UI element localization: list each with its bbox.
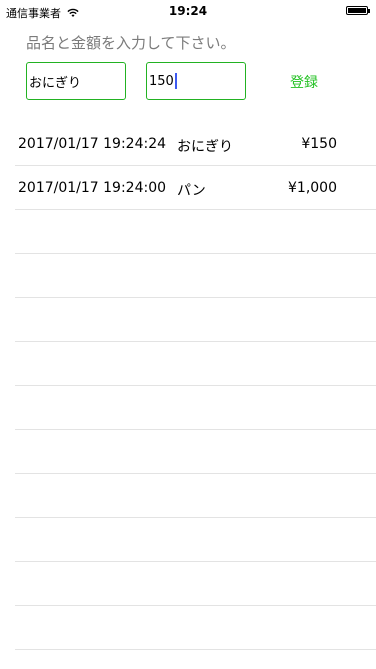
empty-row bbox=[0, 298, 376, 342]
empty-row bbox=[0, 562, 376, 606]
text-cursor bbox=[174, 73, 177, 89]
empty-row bbox=[0, 518, 376, 562]
item-name-value: おにぎり bbox=[29, 75, 82, 91]
empty-row bbox=[0, 474, 376, 518]
item-name-input[interactable]: おにぎり bbox=[26, 62, 126, 100]
entry-price: ¥150 bbox=[301, 136, 337, 152]
entry-date: 2017/01/17 19:24:00 bbox=[18, 180, 167, 196]
status-time: 19:24 bbox=[168, 4, 208, 18]
battery-cap bbox=[368, 9, 370, 13]
empty-row bbox=[0, 254, 376, 298]
entry-name: おにぎり bbox=[177, 139, 233, 155]
battery-icon bbox=[346, 6, 370, 15]
table-row[interactable]: 2017/01/17 19:24:24 おにぎり ¥150 bbox=[0, 122, 376, 166]
battery-fill bbox=[348, 8, 366, 13]
entry-date: 2017/01/17 19:24:24 bbox=[18, 136, 167, 152]
empty-row bbox=[0, 386, 376, 430]
status-bar: 通信事業者 19:24 bbox=[0, 0, 376, 22]
register-button[interactable]: 登録 bbox=[290, 72, 318, 92]
entry-name: パン bbox=[177, 183, 206, 199]
empty-row bbox=[0, 210, 376, 254]
entries-table: 2017/01/17 19:24:24 おにぎり ¥150 2017/01/17… bbox=[0, 122, 376, 650]
price-value: 150 bbox=[149, 73, 174, 89]
empty-row bbox=[0, 606, 376, 650]
price-input[interactable]: 150 bbox=[146, 62, 246, 100]
entry-price: ¥1,000 bbox=[288, 180, 337, 196]
empty-row bbox=[0, 342, 376, 386]
empty-row bbox=[0, 430, 376, 474]
prompt-label: 品名と金額を入力して下さい。 bbox=[26, 34, 236, 52]
table-row[interactable]: 2017/01/17 19:24:00 パン ¥1,000 bbox=[0, 166, 376, 210]
